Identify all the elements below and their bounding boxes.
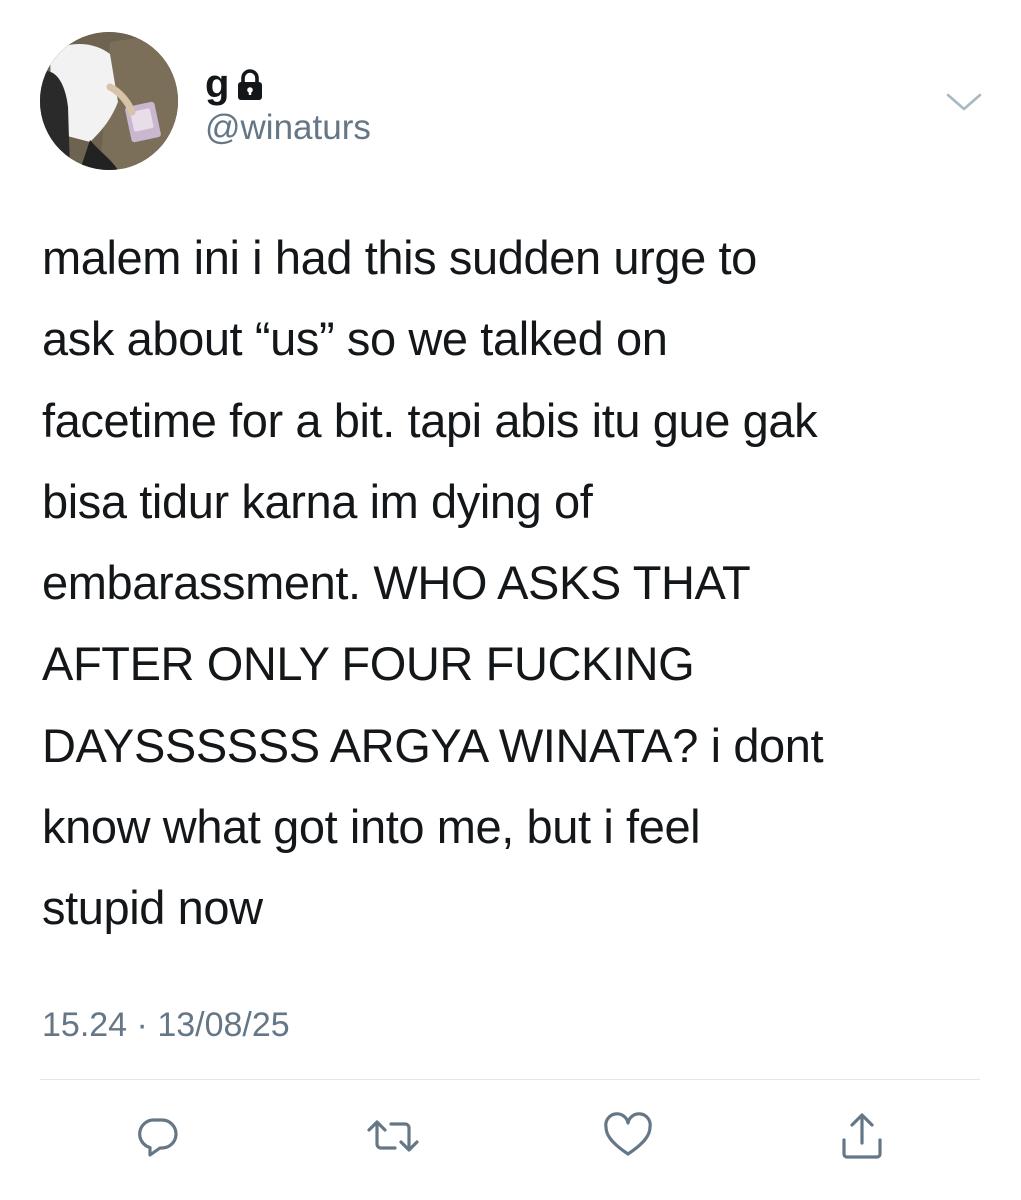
divider bbox=[40, 1079, 980, 1080]
handle[interactable]: @winaturs bbox=[205, 106, 371, 150]
avatar[interactable] bbox=[40, 32, 178, 170]
display-name-row: g bbox=[205, 58, 263, 110]
retweet-button[interactable] bbox=[365, 1108, 421, 1164]
timestamp: 15.24 · 13/08/25 bbox=[42, 1002, 290, 1048]
tweet-text: malem ini i had this sudden urge to ask … bbox=[42, 231, 824, 935]
like-button[interactable] bbox=[600, 1108, 656, 1164]
chevron-down-icon[interactable] bbox=[944, 90, 984, 114]
timestamp-separator: · bbox=[127, 1006, 158, 1044]
heart-icon bbox=[604, 1112, 652, 1156]
retweet-icon bbox=[367, 1120, 419, 1152]
lock-icon bbox=[237, 69, 263, 101]
share-button[interactable] bbox=[834, 1108, 890, 1164]
reply-button[interactable] bbox=[130, 1108, 186, 1164]
tweet-time: 15.24 bbox=[42, 1006, 128, 1044]
display-name[interactable]: g bbox=[205, 58, 229, 110]
reply-icon bbox=[138, 1118, 178, 1157]
avatar-photo bbox=[40, 32, 178, 170]
tweet-date: 13/08/25 bbox=[157, 1006, 290, 1044]
share-icon bbox=[842, 1113, 882, 1159]
